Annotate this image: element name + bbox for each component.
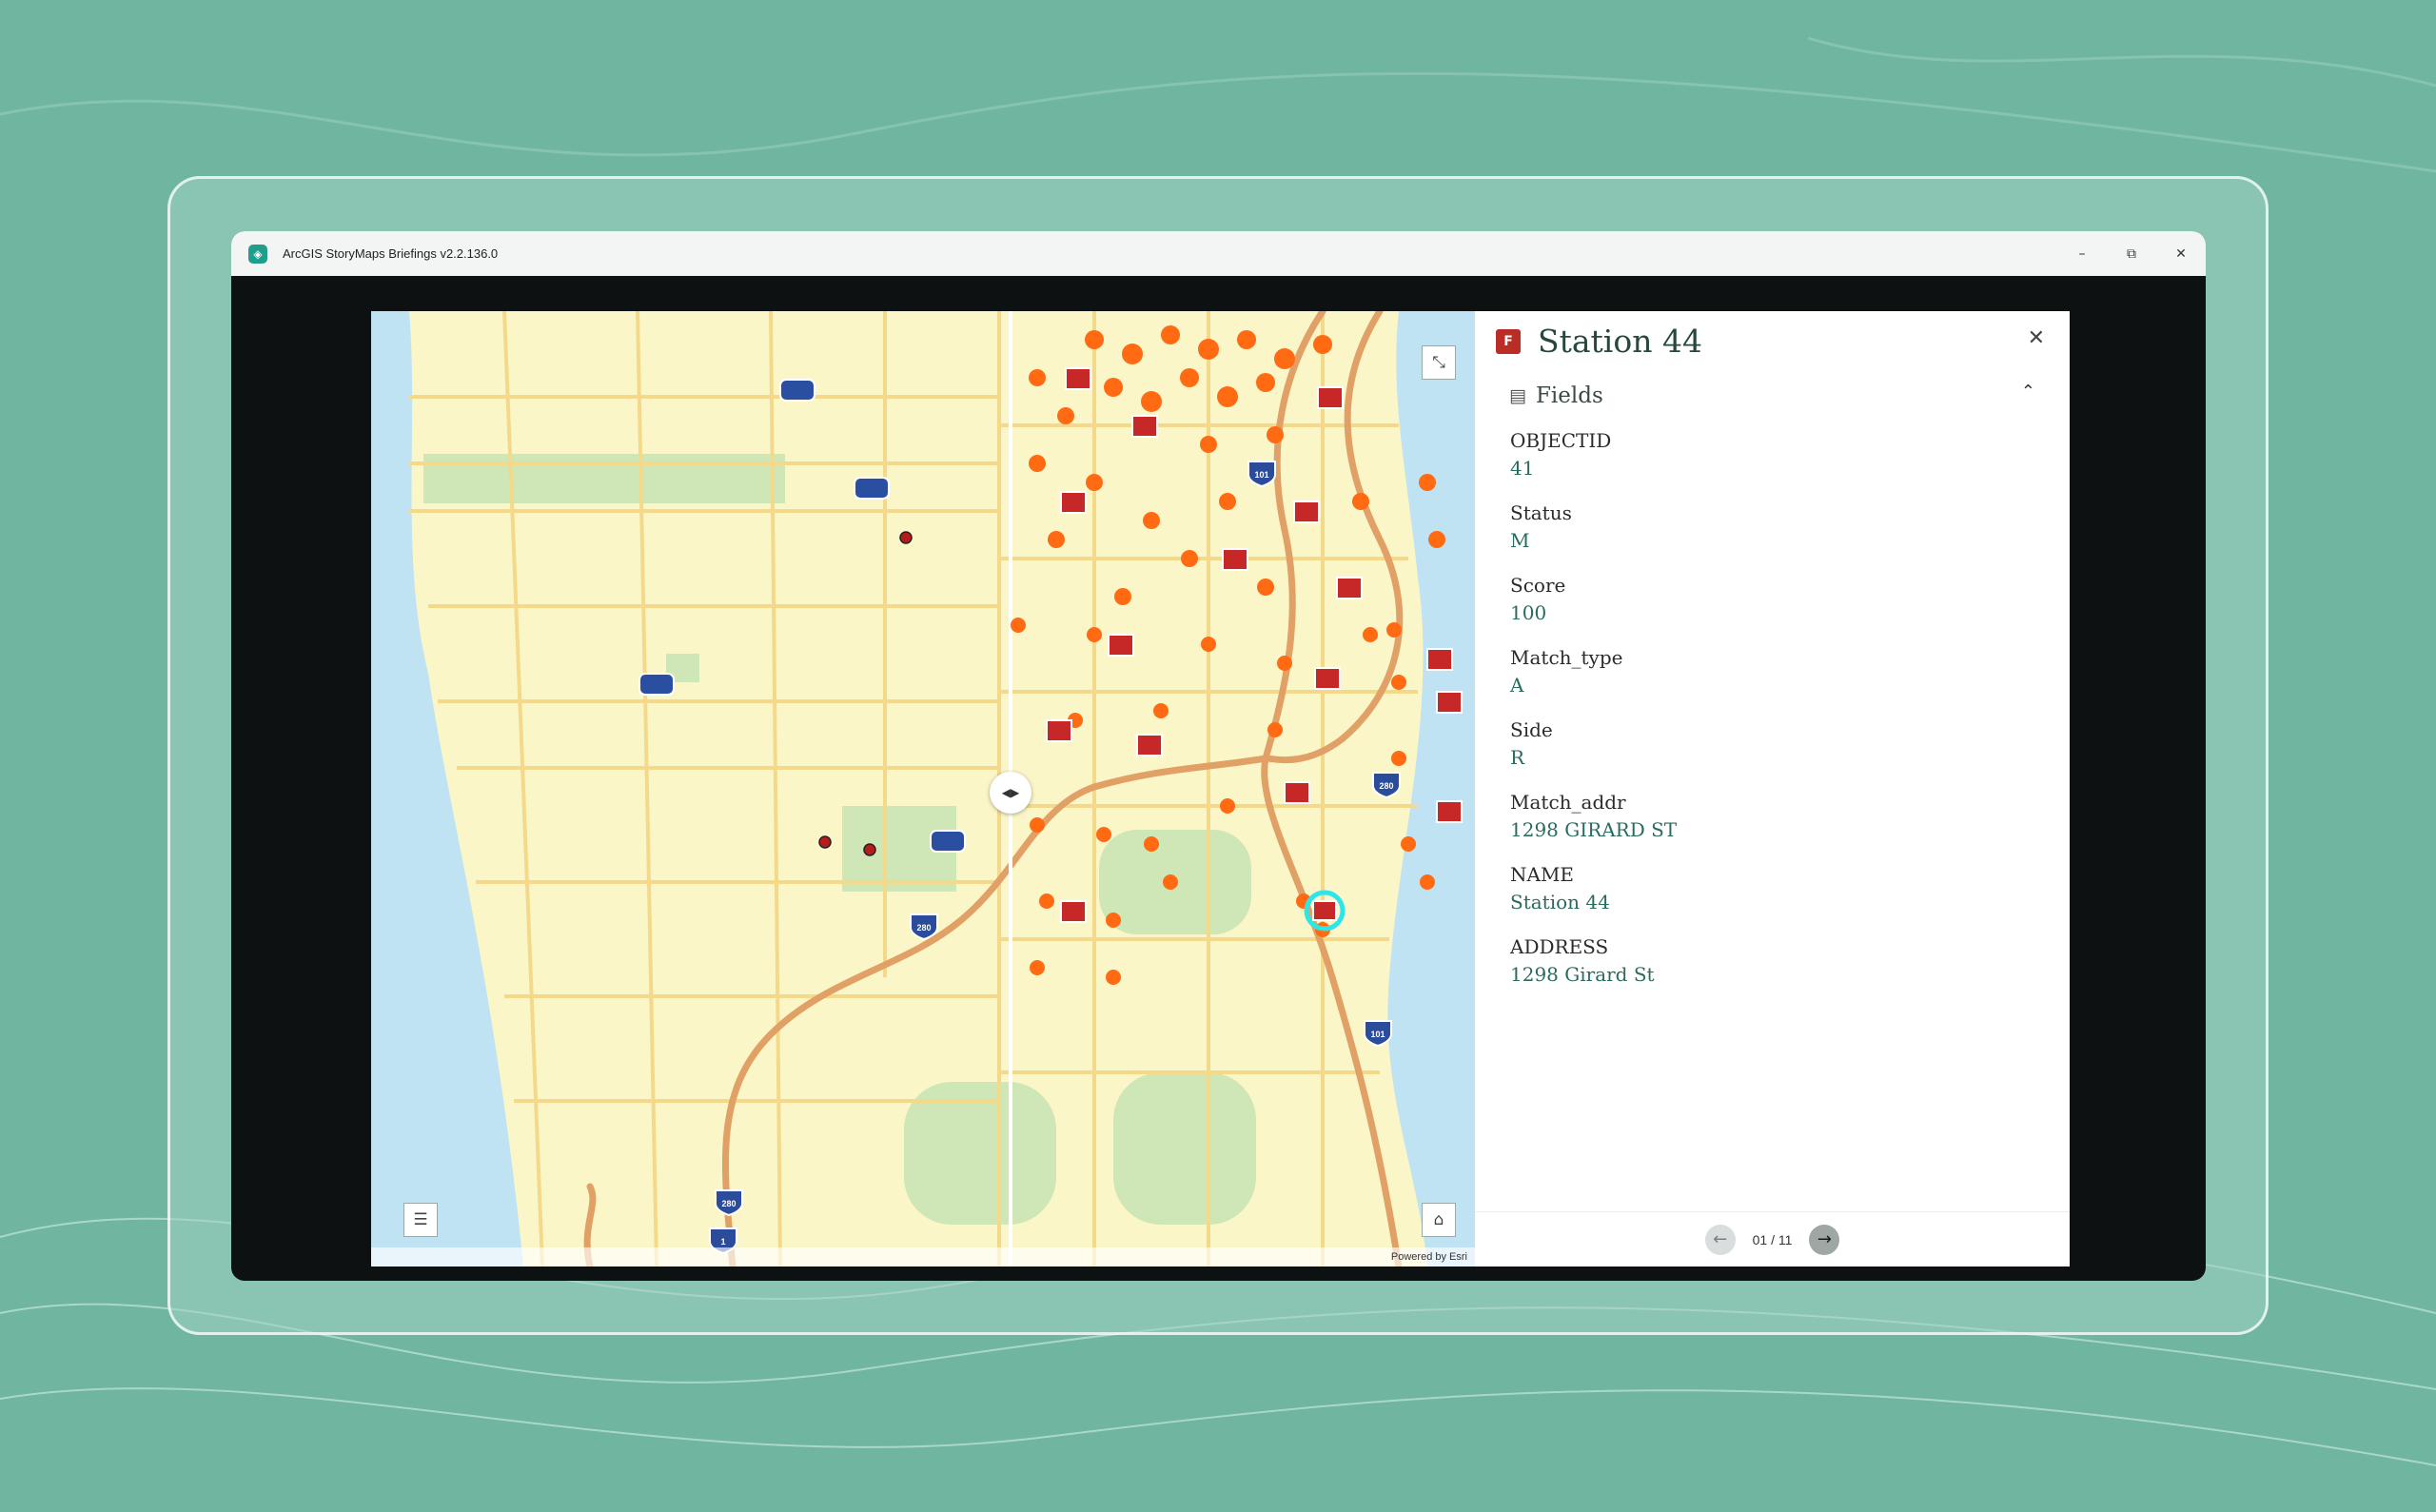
expand-map-icon[interactable]: ⤡ (1422, 345, 1456, 380)
pager-count: 01 / 11 (1752, 1231, 1793, 1247)
shield-label: 101 (1370, 1030, 1385, 1039)
field-label: OBJECTID (1510, 429, 1612, 452)
app-logo-icon: ◈ (248, 244, 267, 264)
field-row: Match_addr 1298 GIRARD ST (1510, 789, 2024, 861)
swipe-handle[interactable]: ◀▶ (990, 772, 1031, 814)
field-row: OBJECTID 41 (1510, 427, 2024, 500)
restore-button[interactable]: ⧉ (2107, 231, 2156, 276)
next-feature-button[interactable]: → (1809, 1224, 1840, 1255)
shield-label: 101 (1254, 470, 1268, 480)
field-value: 1298 GIRARD ST (1510, 818, 1678, 841)
swipe-map[interactable]: 280 101 280 280 1 101 ◀▶ ⤡ ☰ ⌂ Powered b… (371, 311, 1475, 1267)
field-value: 1298 Girard St (1510, 963, 1655, 986)
table-icon: ▤ (1509, 385, 1526, 406)
field-row: Side R (1510, 717, 2024, 789)
field-value: A (1510, 674, 1524, 697)
title-bar: ◈ ArcGIS StoryMaps Briefings v2.2.136.0 … (231, 231, 2206, 276)
app-window: ◈ ArcGIS StoryMaps Briefings v2.2.136.0 … (231, 231, 2206, 1281)
shield-label: 280 (1379, 781, 1393, 791)
close-panel-button[interactable]: ✕ (2028, 326, 2045, 350)
map-canvas[interactable]: 280 101 280 280 1 101 (371, 311, 1475, 1267)
field-row: Status M (1510, 500, 2024, 572)
feature-title: Station 44 (1538, 323, 1702, 360)
field-label: Side (1510, 718, 1553, 741)
feature-header: F Station 44 (1496, 323, 1702, 360)
map-attribution[interactable]: Powered by Esri (371, 1247, 1475, 1267)
shield-label: 1 (720, 1237, 725, 1247)
minimize-button[interactable]: – (2057, 231, 2107, 276)
field-label: ADDRESS (1510, 935, 1609, 958)
chevron-up-icon[interactable]: ⌃ (2021, 382, 2035, 402)
field-row: Score 100 (1510, 572, 2024, 644)
field-label: Match_addr (1510, 791, 1626, 814)
briefing-slide: 280 101 280 280 1 101 ◀▶ ⤡ ☰ ⌂ Powered b… (371, 311, 2070, 1267)
field-row: ADDRESS 1298 Girard St (1510, 933, 2024, 1006)
field-label: NAME (1510, 863, 1575, 886)
field-value: 41 (1510, 457, 1535, 480)
field-row: Match_type A (1510, 644, 2024, 717)
legend-list-icon[interactable]: ☰ (403, 1203, 438, 1237)
field-label: Status (1510, 501, 1572, 524)
field-value: Station 44 (1510, 891, 1610, 913)
field-label: Score (1510, 574, 1566, 597)
fields-section-header[interactable]: ▤ Fields (1509, 383, 1603, 408)
field-value: M (1510, 529, 1530, 552)
home-extent-icon[interactable]: ⌂ (1422, 1203, 1456, 1237)
field-value: 100 (1510, 601, 1547, 624)
field-row: NAME Station 44 (1510, 861, 2024, 933)
previous-feature-button[interactable]: ← (1704, 1224, 1736, 1255)
close-window-button[interactable]: ✕ (2156, 231, 2206, 276)
field-value: R (1510, 746, 1525, 769)
feature-pager: ← 01 / 11 → (1475, 1211, 2070, 1267)
window-controls: – ⧉ ✕ (2057, 231, 2206, 276)
section-title: Fields (1535, 383, 1603, 408)
shield-label: 280 (721, 1199, 736, 1208)
fire-station-icon: F (1496, 328, 1521, 354)
field-label: Match_type (1510, 646, 1623, 669)
window-title: ArcGIS StoryMaps Briefings v2.2.136.0 (283, 246, 499, 261)
feature-detail-panel: F Station 44 ✕ ▤ Fields ⌃ OBJECTID 41 St… (1475, 311, 2070, 1267)
field-list: OBJECTID 41 Status M Score 100 Match_typ… (1510, 427, 2024, 1006)
shield-label: 280 (916, 923, 931, 933)
